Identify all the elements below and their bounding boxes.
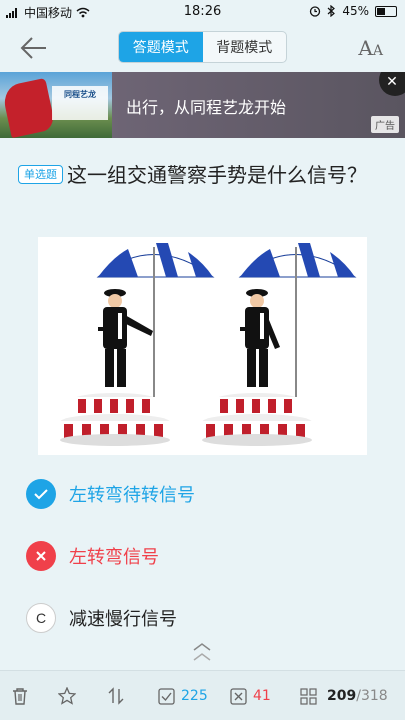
ad-title: 出行，从同程艺龙开始	[126, 98, 287, 117]
battery-icon	[375, 5, 397, 17]
star-icon	[58, 687, 76, 705]
delete-button[interactable]	[12, 671, 28, 720]
back-arrow-icon[interactable]	[18, 34, 50, 62]
question-type-badge: 单选题	[18, 165, 63, 184]
option-c-marker: C	[26, 603, 56, 633]
bottom-toolbar: 225 41 209/318	[0, 670, 405, 720]
tab-recite-mode[interactable]: 背题模式	[203, 32, 287, 62]
tab-answer-mode[interactable]: 答题模式	[119, 32, 203, 62]
x-icon	[26, 541, 56, 571]
question-text-block: 单选题 这一组交通警察手势是什么信号？	[18, 160, 388, 190]
ad-tag: 广告	[371, 116, 399, 133]
wrong-count[interactable]: 41	[230, 671, 271, 720]
ad-banner[interactable]: 同程艺龙 出行，从同程艺龙开始 ✕ 广告	[0, 72, 405, 138]
option-a[interactable]: 左转弯待转信号	[26, 477, 356, 511]
status-bar: 中国移动 18:26 45%	[0, 0, 405, 24]
wrong-count-value: 41	[253, 688, 271, 704]
top-nav: 答题模式 背题模式 AA	[0, 24, 405, 72]
correct-count-value: 225	[181, 688, 208, 704]
alarm-icon	[310, 6, 321, 17]
battery-percent: 45%	[342, 4, 369, 18]
close-icon[interactable]: ✕	[379, 72, 405, 96]
option-c[interactable]: C 减速慢行信号	[26, 601, 356, 635]
progress-grid-button[interactable]: 209/318	[300, 671, 388, 720]
chevron-up-icon[interactable]	[190, 640, 214, 668]
option-a-text: 左转弯待转信号	[69, 485, 195, 506]
question-text: 这一组交通警察手势是什么信号？	[67, 163, 367, 187]
bluetooth-icon	[327, 5, 336, 17]
mode-switch: 答题模式 背题模式	[118, 31, 287, 63]
x-box-icon	[230, 687, 247, 705]
grid-icon	[300, 687, 317, 705]
ad-image: 同程艺龙	[0, 72, 112, 138]
sort-arrows-icon	[108, 687, 124, 705]
traffic-police-illustration	[60, 243, 357, 446]
option-c-text: 减速慢行信号	[69, 609, 177, 630]
correct-count[interactable]: 225	[158, 671, 208, 720]
trash-icon	[13, 688, 27, 705]
current-question-number: 209	[327, 688, 357, 704]
option-b-text: 左转弯信号	[69, 547, 159, 568]
total-questions: /318	[356, 688, 388, 704]
check-icon	[26, 479, 56, 509]
option-b[interactable]: 左转弯信号	[26, 539, 356, 573]
sort-button[interactable]	[108, 671, 124, 720]
favorite-button[interactable]	[58, 671, 76, 720]
question-image	[38, 237, 367, 455]
check-box-icon	[158, 687, 175, 705]
font-size-icon[interactable]: AA	[358, 36, 383, 60]
